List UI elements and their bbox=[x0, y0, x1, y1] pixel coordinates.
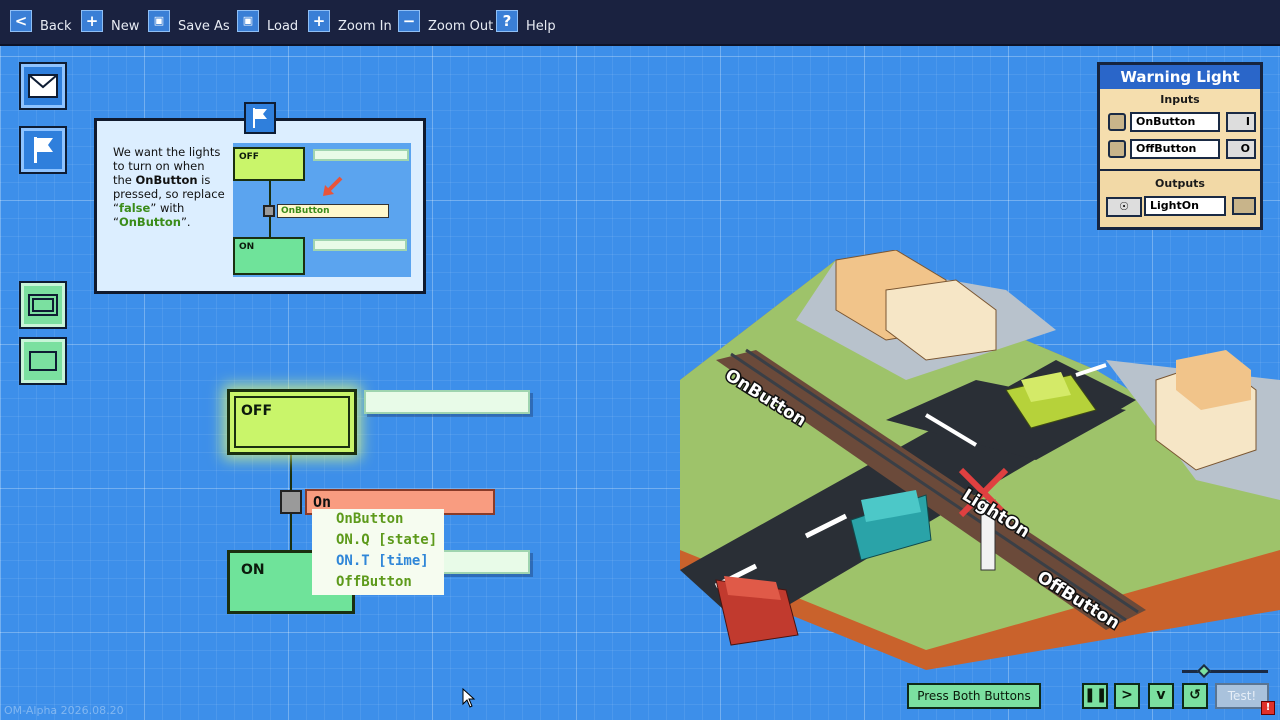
save-disk-icon: ▣ bbox=[148, 10, 170, 32]
zoom-out-minus-icon: − bbox=[398, 10, 420, 32]
load-label: Load bbox=[267, 19, 299, 34]
autocomplete-item[interactable]: ON.Q [state] bbox=[312, 530, 444, 551]
voxel-scene: OnButton LightOn OffButton bbox=[680, 250, 1280, 670]
hint-flag-badge bbox=[244, 102, 276, 134]
inputs-label: Inputs bbox=[1160, 93, 1200, 106]
input-port-icon bbox=[1108, 113, 1126, 131]
mini-condition-field: OnButton bbox=[277, 204, 389, 218]
outputs-section: Outputs ☉ LightOn bbox=[1100, 173, 1260, 227]
mini-condition-port bbox=[263, 205, 275, 217]
save-as-button[interactable]: ▣ Save As bbox=[148, 8, 230, 38]
inputs-section: Inputs OnButton I OffButton O bbox=[1100, 89, 1260, 171]
back-arrow-icon: < bbox=[10, 10, 32, 32]
output-field-lighton[interactable]: LightOn bbox=[1144, 196, 1226, 216]
on-switch-icon: I bbox=[1226, 112, 1256, 132]
autocomplete-item[interactable]: OffButton bbox=[312, 572, 444, 593]
mini-on-field bbox=[313, 239, 407, 251]
hint-panel: We want the lights to turn on when the O… bbox=[94, 118, 426, 294]
undo-icon: ↺ bbox=[1189, 687, 1201, 703]
on-state-label: ON bbox=[241, 562, 265, 578]
state-tool-button[interactable] bbox=[19, 337, 67, 385]
zoom-out-button[interactable]: − Zoom Out bbox=[398, 8, 493, 38]
input-field-offbutton[interactable]: OffButton bbox=[1130, 139, 1220, 159]
off-state-action-field[interactable] bbox=[364, 390, 530, 414]
warning-alert-icon[interactable]: ! bbox=[1261, 701, 1275, 715]
output-port-icon bbox=[1232, 197, 1256, 215]
top-toolbar: < Back + New ▣ Save As ▣ Load + Zoom In … bbox=[0, 0, 1280, 46]
hint-mini-diagram: OFF OnButton ON bbox=[233, 143, 411, 277]
load-disk-icon: ▣ bbox=[237, 10, 259, 32]
condition-port[interactable] bbox=[280, 490, 302, 514]
help-button[interactable]: ? Help bbox=[496, 8, 556, 38]
flag-icon bbox=[253, 108, 267, 128]
save-as-label: Save As bbox=[178, 19, 230, 34]
off-switch-icon: O bbox=[1226, 139, 1256, 159]
envelope-tool-button[interactable] bbox=[19, 62, 67, 110]
box-icon bbox=[29, 351, 57, 371]
new-button[interactable]: + New bbox=[81, 8, 139, 38]
off-state-label: OFF bbox=[241, 403, 273, 419]
hint-line: “false” with bbox=[113, 201, 185, 215]
new-label: New bbox=[111, 19, 140, 34]
help-label: Help bbox=[526, 19, 556, 34]
zoom-out-label: Zoom Out bbox=[428, 19, 494, 34]
input-port-icon bbox=[1108, 140, 1126, 158]
mini-on-label: ON bbox=[239, 242, 255, 252]
autocomplete-dropdown: OnButton ON.Q [state] ON.T [time] OffBut… bbox=[312, 509, 444, 595]
double-state-tool-button[interactable] bbox=[19, 281, 67, 329]
hint-line: the OnButton is bbox=[113, 173, 211, 187]
envelope-icon bbox=[28, 74, 58, 98]
help-question-icon: ? bbox=[496, 10, 518, 32]
hint-text: We want the lights to turn on when the O… bbox=[113, 145, 237, 229]
version-watermark: OM-Alpha 2026.08.20 bbox=[4, 704, 124, 717]
step-forward-button[interactable]: > bbox=[1114, 683, 1140, 709]
back-label: Back bbox=[40, 19, 72, 34]
mini-off-state: OFF bbox=[233, 147, 305, 181]
back-button[interactable]: < Back bbox=[10, 8, 72, 38]
plus-icon: + bbox=[81, 10, 103, 32]
hint-line: We want the lights bbox=[113, 145, 221, 159]
double-box-icon bbox=[28, 294, 58, 316]
chevron-down-icon: v bbox=[1156, 687, 1166, 703]
zoom-in-button[interactable]: + Zoom In bbox=[308, 8, 392, 38]
hint-line: pressed, so replace bbox=[113, 187, 225, 201]
pause-button[interactable]: ❚❚ bbox=[1082, 683, 1108, 709]
hint-line: “OnButton”. bbox=[113, 215, 191, 229]
load-button[interactable]: ▣ Load bbox=[237, 8, 298, 38]
mini-off-label: OFF bbox=[239, 152, 259, 162]
off-state-node[interactable]: OFF bbox=[227, 389, 357, 455]
flag-icon bbox=[34, 137, 53, 163]
outputs-label: Outputs bbox=[1155, 177, 1205, 190]
panel-title: Warning Light bbox=[1100, 65, 1260, 89]
light-bulb-icon: ☉ bbox=[1106, 197, 1142, 217]
mini-on-state: ON bbox=[233, 237, 305, 275]
press-both-buttons-button[interactable]: Press Both Buttons bbox=[907, 683, 1041, 709]
arrow-pointer-icon bbox=[323, 176, 343, 196]
chevron-right-icon: > bbox=[1121, 687, 1133, 703]
component-panel: Warning Light Inputs OnButton I OffButto… bbox=[1097, 62, 1263, 230]
zoom-in-label: Zoom In bbox=[338, 19, 392, 34]
mouse-cursor-icon bbox=[462, 688, 476, 708]
autocomplete-item[interactable]: OnButton bbox=[312, 509, 444, 530]
hint-line: to turn on when bbox=[113, 159, 205, 173]
mini-off-field bbox=[313, 149, 409, 161]
speed-slider-track[interactable] bbox=[1182, 670, 1268, 673]
reset-button[interactable]: ↺ bbox=[1182, 683, 1208, 709]
step-down-button[interactable]: v bbox=[1148, 683, 1174, 709]
pause-icon: ❚❚ bbox=[1084, 687, 1108, 703]
autocomplete-item[interactable]: ON.T [time] bbox=[312, 551, 444, 572]
input-field-onbutton[interactable]: OnButton bbox=[1130, 112, 1220, 132]
zoom-in-plus-icon: + bbox=[308, 10, 330, 32]
flag-tool-button[interactable] bbox=[19, 126, 67, 174]
